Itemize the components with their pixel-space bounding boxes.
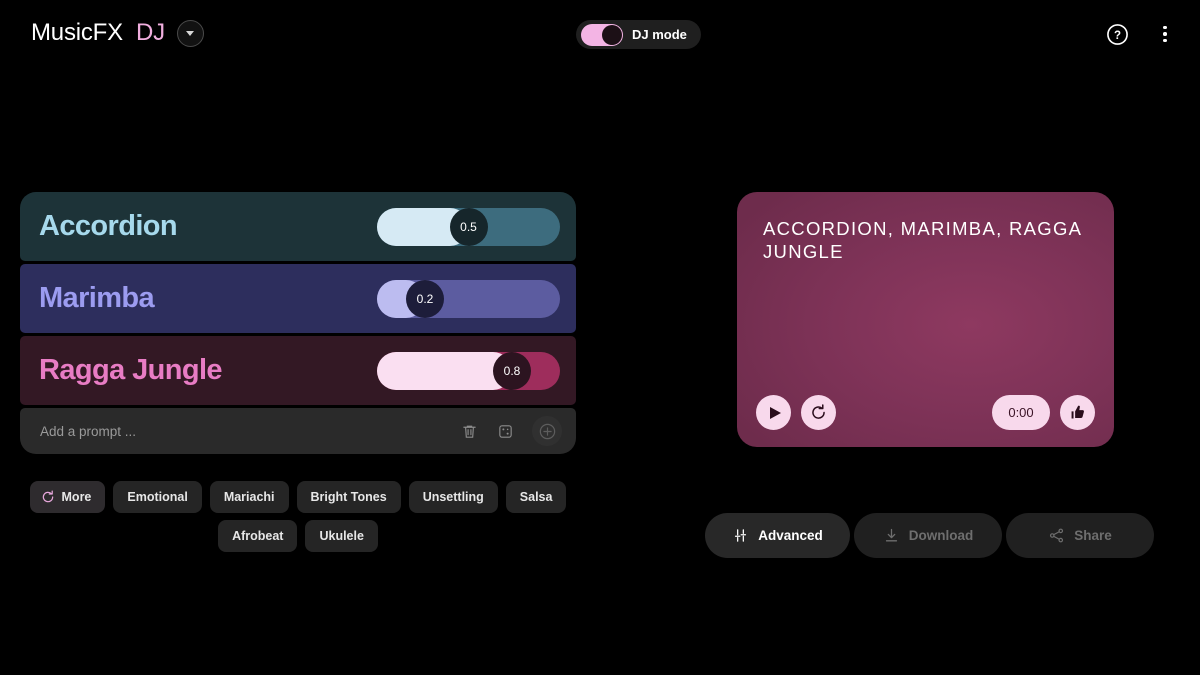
brand-name-primary: MusicFX xyxy=(31,19,123,47)
chip-more[interactable]: More xyxy=(30,481,106,513)
chip-label: Ukulele xyxy=(319,529,363,543)
playback-time: 0:00 xyxy=(992,395,1050,430)
download-label: Download xyxy=(909,528,974,543)
chip-label: Unsettling xyxy=(423,490,484,504)
share-label: Share xyxy=(1074,528,1112,543)
restart-button[interactable] xyxy=(801,395,836,430)
svg-text:?: ? xyxy=(1113,29,1120,41)
track-name: Accordion xyxy=(39,210,177,243)
chip-unsettling[interactable]: Unsettling xyxy=(409,481,498,513)
add-prompt-button[interactable] xyxy=(532,416,562,446)
refresh-icon xyxy=(41,490,55,504)
dj-mode-switch[interactable] xyxy=(581,24,623,46)
slider-knob[interactable]: 0.5 xyxy=(450,208,488,246)
chip-ukulele[interactable]: Ukulele xyxy=(305,520,377,552)
slider-fill xyxy=(377,352,512,390)
chip-label: More xyxy=(62,490,92,504)
brand-dropdown-button[interactable] xyxy=(177,20,204,47)
play-button[interactable] xyxy=(756,395,791,430)
restart-icon xyxy=(809,403,828,422)
header-icon-group: ? xyxy=(1104,21,1178,47)
thumbs-up-icon xyxy=(1068,403,1087,422)
app-header: MusicFX DJ DJ mode ? xyxy=(0,0,1200,66)
brand-name-secondary: DJ xyxy=(136,19,165,47)
track-row[interactable]: Accordion 0.5 xyxy=(20,192,576,261)
dj-mode-knob xyxy=(602,25,622,45)
dj-mode-label: DJ mode xyxy=(632,27,687,42)
track-weight-slider[interactable]: 0.8 xyxy=(377,352,560,390)
like-button[interactable] xyxy=(1060,395,1095,430)
chip-emotional[interactable]: Emotional xyxy=(113,481,201,513)
chip-label: Mariachi xyxy=(224,490,275,504)
help-circle-icon: ? xyxy=(1106,23,1129,46)
advanced-label: Advanced xyxy=(758,528,823,543)
trash-icon xyxy=(461,423,478,440)
brand: MusicFX DJ xyxy=(31,19,204,47)
track-name: Marimba xyxy=(39,282,154,315)
playback-controls xyxy=(756,395,836,430)
track-card-title: ACCORDION, MARIMBA, RAGGA JUNGLE xyxy=(763,217,1083,264)
help-button[interactable]: ? xyxy=(1104,21,1130,47)
dice-icon xyxy=(497,423,514,440)
prompt-input-bar[interactable] xyxy=(20,408,576,454)
chip-label: Salsa xyxy=(520,490,553,504)
track-weight-slider[interactable]: 0.5 xyxy=(377,208,560,246)
suggestion-chip-row: More Emotional Mariachi Bright Tones Unsettl… xyxy=(20,481,576,552)
download-icon xyxy=(883,527,900,544)
more-vertical-icon xyxy=(1163,26,1167,43)
delete-prompts-button[interactable] xyxy=(458,420,480,442)
chevron-down-icon xyxy=(186,31,194,36)
prompt-action-icons xyxy=(458,416,562,446)
track-name: Ragga Jungle xyxy=(39,354,222,387)
play-icon xyxy=(770,407,781,419)
slider-knob[interactable]: 0.8 xyxy=(493,352,531,390)
share-icon xyxy=(1048,527,1065,544)
chip-label: Afrobeat xyxy=(232,529,283,543)
track-action-buttons: Advanced Download Share xyxy=(705,513,1154,558)
generated-track-card[interactable]: ACCORDION, MARIMBA, RAGGA JUNGLE 0:00 xyxy=(737,192,1114,447)
slider-knob[interactable]: 0.2 xyxy=(406,280,444,318)
track-row[interactable]: Marimba 0.2 xyxy=(20,264,576,333)
chip-label: Bright Tones xyxy=(311,490,387,504)
download-button[interactable]: Download xyxy=(854,513,1002,558)
track-meta-controls: 0:00 xyxy=(992,395,1095,430)
track-card-controls: 0:00 xyxy=(756,395,1095,430)
prompt-stack-panel: Accordion 0.5 Marimba 0.2 Ragga Jungle 0… xyxy=(20,192,576,454)
tune-icon xyxy=(732,527,749,544)
dj-mode-toggle[interactable]: DJ mode xyxy=(576,20,701,49)
track-row[interactable]: Ragga Jungle 0.8 xyxy=(20,336,576,405)
chip-afrobeat[interactable]: Afrobeat xyxy=(218,520,297,552)
chip-salsa[interactable]: Salsa xyxy=(506,481,567,513)
chip-mariachi[interactable]: Mariachi xyxy=(210,481,289,513)
advanced-button[interactable]: Advanced xyxy=(705,513,850,558)
chip-label: Emotional xyxy=(127,490,187,504)
track-weight-slider[interactable]: 0.2 xyxy=(377,280,560,318)
plus-circle-icon xyxy=(538,422,557,441)
randomize-button[interactable] xyxy=(494,420,516,442)
prompt-input[interactable] xyxy=(40,424,458,439)
share-button[interactable]: Share xyxy=(1006,513,1154,558)
chip-bright-tones[interactable]: Bright Tones xyxy=(297,481,401,513)
more-menu-button[interactable] xyxy=(1152,21,1178,47)
